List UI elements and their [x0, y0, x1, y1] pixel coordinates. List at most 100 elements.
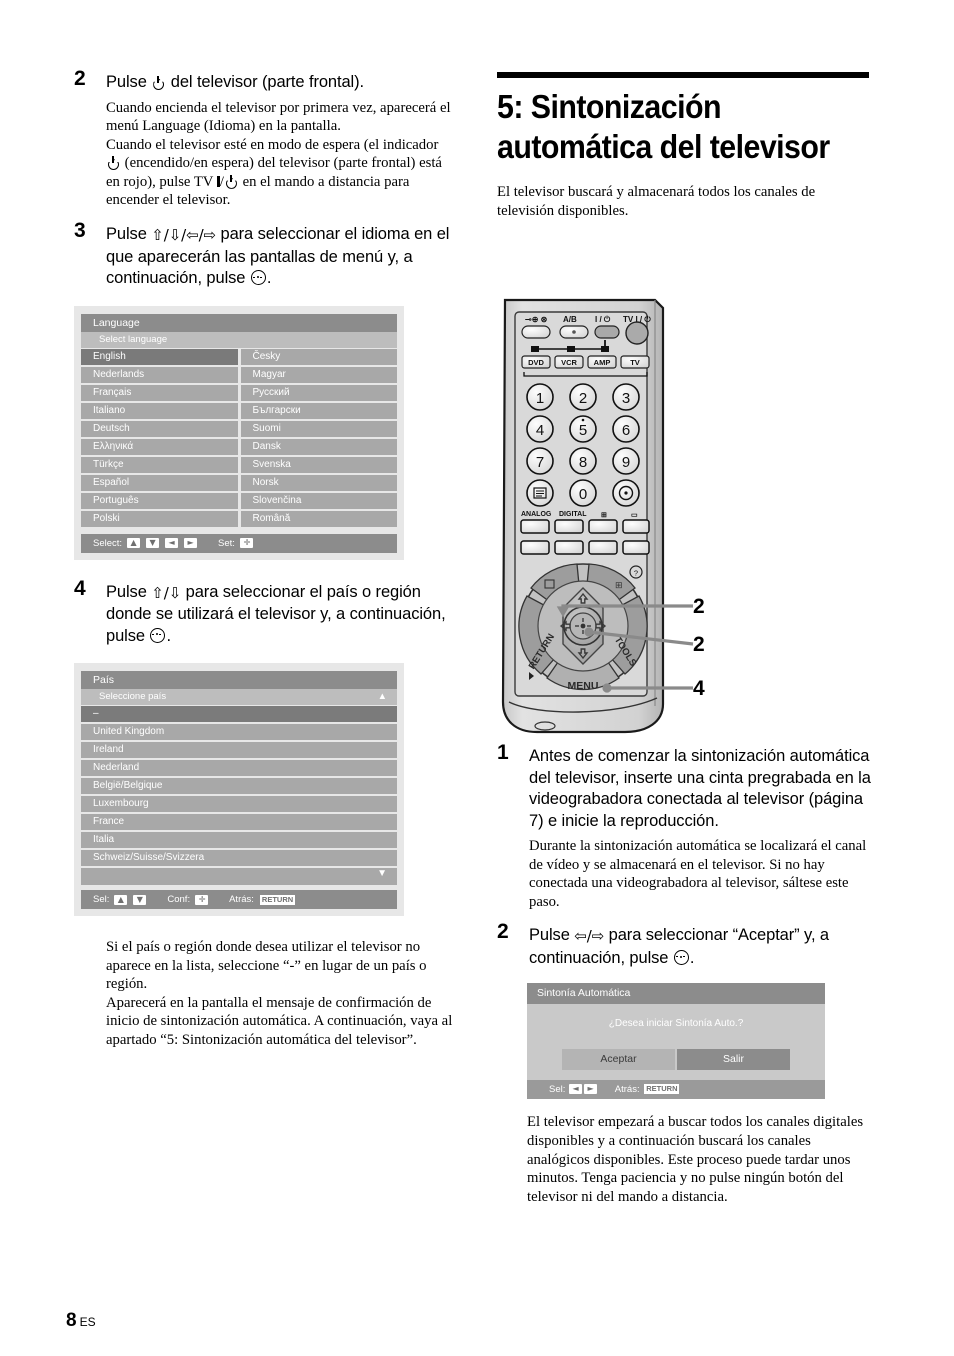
country-menu-subtitle: Seleccione país ▲ [81, 689, 397, 706]
right-step-1-body: Durante la sintonización automática se l… [529, 838, 867, 910]
step-2-heading-pre: Pulse [106, 73, 152, 91]
arrow-down-key-icon-2: ▼ [133, 894, 147, 905]
country-item[interactable]: Italia [81, 832, 397, 849]
heading-rule [497, 72, 869, 78]
autotune-footer-back-label: Atrás: [614, 1084, 640, 1096]
power-icon-2 [107, 156, 120, 169]
country-scroll-row: ▼ [81, 868, 397, 886]
svg-text:ANALOG: ANALOG [521, 511, 552, 518]
language-item[interactable]: Deutsch [81, 420, 238, 437]
language-item[interactable]: Norsk [240, 474, 397, 491]
language-item[interactable]: Nederlands [81, 366, 238, 383]
enter-button-icon-2 [150, 627, 166, 643]
language-item[interactable]: Magyar [240, 366, 397, 383]
menu-label: MENU [568, 680, 599, 692]
left-right-arrows-icon: ⇦/⇨ [574, 927, 605, 946]
country-footer-back-label: Atrás: [229, 894, 254, 906]
step-2-p2-a: Cuando el televisor esté en modo de espe… [106, 136, 439, 153]
language-item[interactable]: Suomi [240, 420, 397, 437]
color-button-4 [622, 540, 650, 555]
language-item[interactable]: Svenska [240, 456, 397, 473]
svg-text:A/B: A/B [563, 315, 577, 324]
step-2: 2 Pulse del televisor (parte frontal). C… [74, 68, 454, 210]
language-item[interactable]: Русский [240, 384, 397, 401]
country-menu-rows: – United Kingdom Ireland Nederland Belgi… [81, 706, 397, 886]
country-item[interactable]: Nederland [81, 760, 397, 777]
analog-button [520, 519, 550, 534]
country-item[interactable]: United Kingdom [81, 724, 397, 741]
language-item[interactable]: English [81, 348, 238, 365]
slash: / [219, 173, 224, 190]
page-number: 8 [66, 1310, 77, 1331]
language-item[interactable]: Italiano [81, 402, 238, 419]
language-item[interactable]: Español [81, 474, 238, 491]
scroll-up-icon: ▲ [377, 691, 387, 703]
step-3-head-c: . [266, 269, 272, 288]
country-menu-footer: Sel: ▲ ▼ Conf: ✛ Atrás: RETURN [81, 890, 397, 910]
svg-text:3: 3 [622, 390, 630, 407]
right-step-2: 2 Pulse ⇦/⇨ para seleccionar “Aceptar” y… [497, 921, 877, 969]
language-item[interactable]: Português [81, 492, 238, 509]
language-item[interactable]: Ελληνικά [81, 438, 238, 455]
page-footer: 8 ES [66, 1310, 96, 1332]
step-3-head-a: Pulse [106, 225, 152, 244]
language-item[interactable]: Türkçe [81, 456, 238, 473]
enter-button-icon-3 [673, 949, 689, 965]
language-item[interactable]: Dansk [240, 438, 397, 455]
step-3-number: 3 [74, 219, 86, 243]
svg-text:0: 0 [579, 486, 587, 503]
freeze-button [622, 519, 650, 534]
step-2-heading-post: del televisor (parte frontal). [166, 73, 365, 91]
country-item[interactable]: – [81, 706, 397, 723]
accept-button[interactable]: Aceptar [562, 1049, 675, 1071]
autotune-dialog-footer: Sel: ◄ ► Atrás: RETURN [527, 1080, 825, 1100]
left-closing-text: Si el país o región donde desea utilizar… [106, 938, 454, 1050]
right-step-1-number: 1 [497, 741, 509, 764]
language-item[interactable]: Česky [240, 348, 397, 365]
svg-text:4: 4 [536, 422, 544, 439]
country-item[interactable]: België/Belgique [81, 778, 397, 795]
svg-text:⊸⊕ ⊛: ⊸⊕ ⊛ [525, 315, 548, 324]
language-menu-title: Language [81, 313, 397, 332]
country-item[interactable]: France [81, 814, 397, 831]
autotune-dialog-buttons: Aceptar Salir [527, 1049, 825, 1071]
svg-text:DIGITAL: DIGITAL [559, 511, 587, 518]
language-item[interactable]: Română [240, 510, 397, 527]
line-icon [217, 175, 220, 187]
language-item[interactable]: Slovenčina [240, 492, 397, 509]
language-item[interactable]: Français [81, 384, 238, 401]
svg-text:6: 6 [622, 422, 630, 439]
enter-button-icon [250, 270, 266, 286]
step-4-heading: Pulse ⇧/⇩ para seleccionar el país o reg… [106, 582, 454, 648]
manual-page: 2 Pulse del televisor (parte frontal). C… [0, 0, 954, 1356]
language-column-left: English Nederlands Français Italiano Deu… [81, 348, 238, 527]
right-step-2-number: 2 [497, 920, 509, 944]
right-step-1: 1 Antes de comenzar la sintonización aut… [497, 742, 877, 911]
svg-text:I / ⏻: I / ⏻ [595, 315, 611, 324]
arrow-left-key-icon-3: ◄ [569, 1084, 583, 1095]
input-button [521, 325, 551, 339]
direction-arrows-icon-2: ⇧/⇩ [151, 583, 182, 602]
country-item[interactable]: Schweiz/Suisse/Svizzera [81, 850, 397, 867]
enter-key-icon: ✛ [239, 538, 253, 549]
step-2-number: 2 [74, 67, 86, 90]
country-item[interactable]: Luxembourg [81, 796, 397, 813]
svg-text:AMP: AMP [594, 358, 611, 367]
language-item[interactable]: Български [240, 402, 397, 419]
exit-button[interactable]: Salir [677, 1049, 790, 1071]
autotune-dialog-title: Sintonía Automática [527, 983, 825, 1005]
right-closing-paragraph: El televisor empezará a buscar todos los… [527, 1114, 864, 1205]
autotune-footer-sel-label: Sel: [549, 1084, 566, 1096]
digital-button [554, 519, 584, 534]
step-3: 3 Pulse ⇧/⇩/⇦/⇨ para seleccionar el idio… [74, 220, 454, 290]
enter-key-icon-2: ✛ [195, 894, 209, 905]
right-step-2-heading: Pulse ⇦/⇨ para seleccionar “Aceptar” y, … [529, 925, 877, 969]
country-item[interactable]: Ireland [81, 742, 397, 759]
prog-icon-right: ⊞ [615, 580, 623, 590]
arrow-right-key-icon-3: ► [584, 1084, 598, 1095]
language-item[interactable]: Polski [81, 510, 238, 527]
left-closing-paragraph-2: Aparecerá en la pantalla el mensaje de c… [106, 994, 453, 1049]
arrow-up-key-icon-2: ▲ [114, 894, 128, 905]
country-footer-sel-label: Sel: [93, 894, 110, 906]
country-menu-screenshot: País Seleccione país ▲ – United Kingdom … [74, 663, 404, 917]
